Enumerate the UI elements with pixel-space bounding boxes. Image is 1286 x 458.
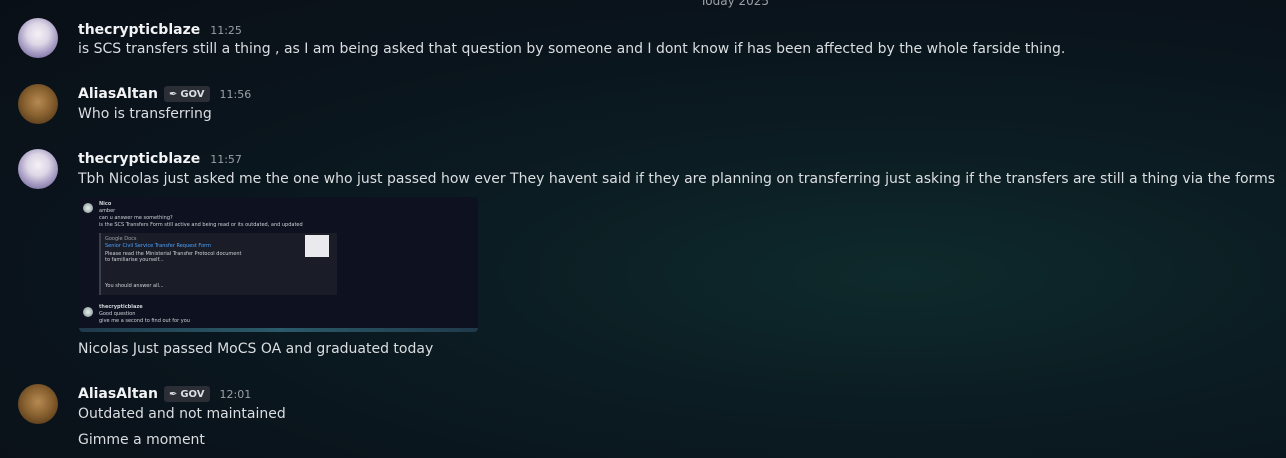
timestamp: 11:25	[210, 23, 242, 37]
message-content: Tbh Nicolas just asked me the one who ju…	[78, 171, 1275, 187]
embed-footer: You should answer all...	[105, 283, 164, 289]
avatar[interactable]	[18, 384, 58, 424]
tag-label: GOV	[180, 88, 205, 100]
attachment-avatar	[83, 203, 93, 213]
message-content: is SCS transfers still a thing , as I am…	[78, 41, 1066, 57]
attachment-bar	[79, 328, 478, 332]
username[interactable]: AliasAltan	[78, 86, 158, 102]
tag-label: GOV	[180, 388, 205, 400]
avatar[interactable]	[18, 84, 58, 124]
attachment-line: is the SCS Transfers Form still active a…	[99, 222, 303, 228]
attachment-line: Good question	[99, 311, 136, 317]
attachment-embed: Google Docs Senior Civil Service Transfe…	[99, 233, 337, 295]
embed-provider: Google Docs	[105, 236, 137, 242]
username[interactable]: AliasAltan	[78, 386, 158, 402]
message-content: Outdated and not maintained	[78, 406, 286, 422]
embed-thumbnail	[305, 235, 329, 257]
avatar[interactable]	[18, 18, 58, 58]
timestamp: 11:56	[219, 87, 252, 101]
image-attachment[interactable]: Nico amber can u answer me something? is…	[79, 197, 478, 332]
username[interactable]: thecrypticblaze	[78, 22, 200, 38]
sword-icon: ✒	[168, 88, 178, 100]
sword-icon: ✒	[168, 388, 178, 400]
server-tag[interactable]: ✒ GOV	[163, 86, 210, 102]
message-content: Gimme a moment	[78, 432, 205, 448]
embed-body: Please read the Ministerial Transfer Pro…	[105, 251, 242, 263]
message-content: Nicolas Just passed MoCS OA and graduate…	[78, 341, 434, 357]
attachment-line: amber	[99, 208, 116, 214]
timestamp: 11:57	[210, 152, 242, 166]
timestamp: 12:01	[219, 387, 252, 401]
attachment-author: thecrypticblaze	[99, 304, 143, 310]
attachment-line: give me a second to find out for you	[99, 318, 190, 324]
message-content: Who is transferring	[78, 106, 212, 122]
attachment-line: can u answer me something?	[99, 215, 173, 221]
avatar[interactable]	[18, 149, 58, 189]
server-tag[interactable]: ✒ GOV	[163, 386, 210, 402]
attachment-author: Nico	[99, 201, 112, 207]
embed-title: Senior Civil Service Transfer Request Fo…	[105, 243, 211, 249]
username[interactable]: thecrypticblaze	[78, 151, 200, 167]
attachment-avatar	[83, 307, 93, 317]
date-divider: Today 2025	[700, 0, 770, 8]
